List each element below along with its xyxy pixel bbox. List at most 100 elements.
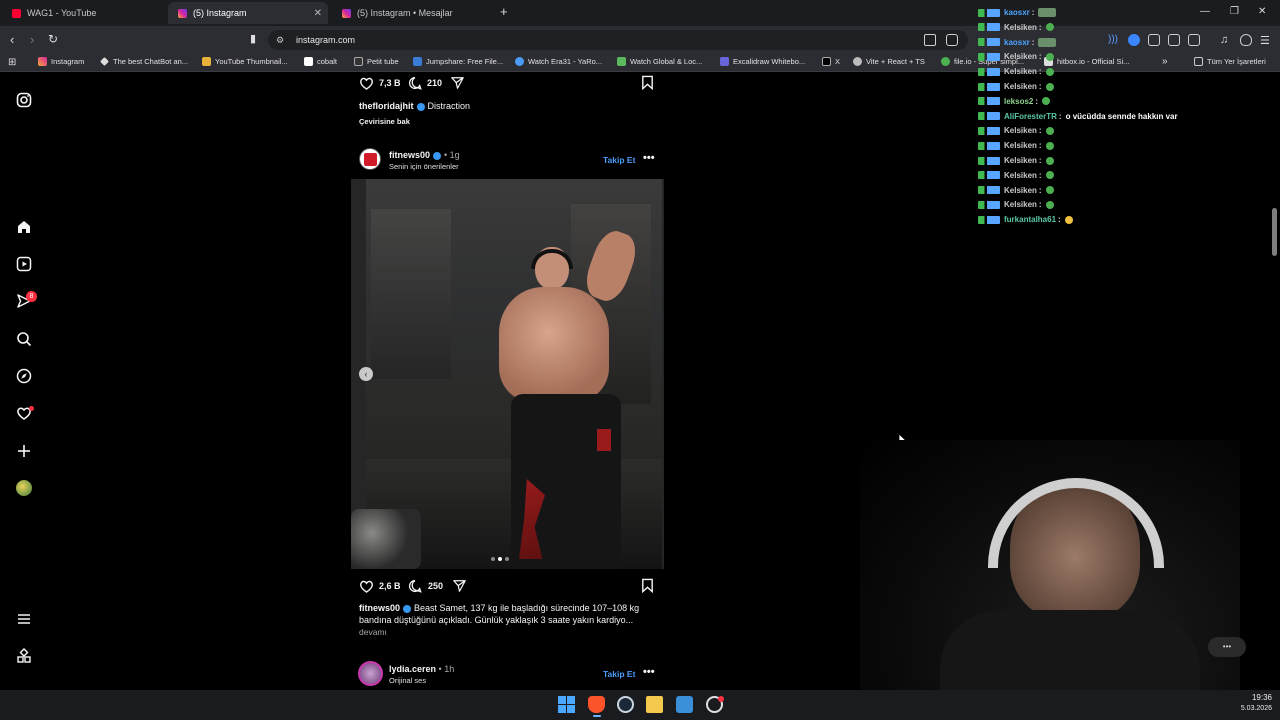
bookmark-item[interactable]: X (822, 57, 840, 66)
tab-youtube[interactable]: WAG1 - YouTube (2, 2, 166, 24)
follow-button[interactable]: Takip Et (603, 669, 635, 679)
all-bookmarks-button[interactable]: Tüm Yer İşaretleri (1194, 57, 1266, 66)
chat-username[interactable]: Kelsiken (1004, 23, 1037, 32)
more-options-icon[interactable]: ••• (643, 666, 655, 678)
post-username[interactable]: fitnews00 (389, 150, 430, 160)
chat-username[interactable]: Kelsiken (1004, 67, 1037, 76)
post-author-avatar[interactable] (359, 148, 381, 170)
search-icon[interactable] (16, 331, 32, 347)
like-heart-icon[interactable] (359, 76, 374, 90)
chat-badges-icon (978, 112, 1000, 121)
extension-icon[interactable] (1148, 34, 1160, 46)
vpn-icon[interactable] (1128, 34, 1140, 46)
comment-icon[interactable] (408, 579, 422, 593)
chat-message: kaosxr : (978, 37, 1057, 47)
bookmark-item[interactable]: Instagram (38, 57, 84, 66)
home-icon[interactable] (16, 219, 32, 235)
close-window-button[interactable]: ✕ (1258, 6, 1266, 17)
brave-browser-icon[interactable] (588, 696, 605, 713)
caption-more-link[interactable]: devamı (359, 627, 387, 637)
save-bookmark-icon[interactable] (641, 75, 654, 90)
bookmark-item[interactable]: Excalidraw Whitebo... (720, 57, 805, 66)
site-info-icon[interactable]: ⚙ (276, 35, 284, 46)
page-scrollbar[interactable] (1272, 208, 1277, 256)
ms-store-icon[interactable] (676, 696, 693, 713)
bookmark-item[interactable]: Watch Era31 - YaRo... (515, 57, 602, 66)
caption-username[interactable]: thefloridajhit (359, 101, 414, 111)
chat-username[interactable]: Kelsiken (1004, 171, 1037, 180)
menu-icon[interactable]: ☰ (1260, 34, 1272, 47)
floating-widget-button[interactable]: ••• (1208, 637, 1246, 657)
file-explorer-icon[interactable] (646, 696, 663, 713)
url-bar[interactable] (268, 30, 968, 50)
clock-time[interactable]: 19:36 (1216, 693, 1272, 702)
clock-date[interactable]: 5.03.2026 (1216, 705, 1272, 712)
bookmark-item[interactable]: YouTube Thumbnail... (202, 57, 288, 66)
share-icon[interactable] (452, 579, 467, 593)
caption-username[interactable]: fitnews00 (359, 603, 400, 613)
maximize-button[interactable]: ❐ (1230, 6, 1239, 17)
chat-username[interactable]: Kelsiken (1004, 200, 1037, 209)
bookmark-item[interactable]: Petit tube (354, 57, 399, 66)
bookmark-item[interactable]: cobalt (304, 57, 337, 66)
instagram-logo-icon[interactable] (16, 92, 32, 108)
share-icon[interactable] (450, 76, 465, 90)
brave-wallet-icon[interactable]: ))) (1108, 34, 1120, 46)
cast-icon[interactable] (924, 34, 936, 46)
follow-button[interactable]: Takip Et (603, 155, 635, 165)
bookmark-item[interactable]: The best ChatBot an... (100, 57, 188, 66)
chat-username[interactable]: Kelsiken (1004, 126, 1037, 135)
translate-link[interactable]: Çevirisine bak (359, 117, 410, 126)
profile-avatar[interactable] (16, 480, 32, 496)
share-icon[interactable] (946, 34, 958, 46)
music-icon[interactable]: ♫ (1220, 34, 1232, 46)
bookmarks-overflow-button[interactable]: » (1162, 56, 1168, 67)
chat-username[interactable]: Kelsiken (1004, 141, 1037, 150)
tab-instagram[interactable]: (5) Instagram ✕ (168, 2, 328, 24)
chat-username[interactable]: Kelsiken (1004, 186, 1037, 195)
steam-icon[interactable] (617, 696, 634, 713)
post-comments-count[interactable]: 250 (428, 581, 443, 591)
sidebar-icon[interactable] (1188, 34, 1200, 46)
new-tab-button[interactable]: + (500, 4, 508, 19)
reload-button[interactable]: ↻ (48, 33, 58, 46)
start-menu-icon[interactable] (558, 696, 575, 713)
bookmark-item[interactable]: Watch Global & Loc... (617, 57, 702, 66)
chat-username[interactable]: AliForesterTR (1004, 112, 1057, 121)
minimize-button[interactable]: — (1200, 6, 1210, 17)
chat-username[interactable]: Kelsiken (1004, 82, 1037, 91)
post-comments-count[interactable]: 210 (427, 78, 442, 88)
chat-username[interactable]: kaosxr (1004, 8, 1030, 17)
close-tab-icon[interactable]: ✕ (314, 8, 322, 19)
post-likes-count[interactable]: 2,6 B (379, 581, 401, 591)
also-from-meta-icon[interactable] (16, 648, 32, 664)
apps-grid-icon[interactable]: ⊞ (8, 57, 16, 68)
shield-icon[interactable] (1240, 34, 1252, 46)
bookmark-icon[interactable]: ▮ (250, 33, 256, 46)
save-bookmark-icon[interactable] (641, 578, 654, 593)
comment-icon[interactable] (408, 76, 422, 90)
post-username[interactable]: lydia.ceren (389, 664, 436, 674)
chat-username[interactable]: kaosxr (1004, 38, 1030, 47)
chat-username[interactable]: Kelsiken (1004, 156, 1037, 165)
reels-icon[interactable] (16, 256, 32, 272)
puzzle-icon[interactable] (1168, 34, 1180, 46)
back-button[interactable]: ‹ (10, 33, 14, 46)
more-menu-icon[interactable] (16, 611, 32, 627)
bookmark-item[interactable]: hitbox.io - Official Si... (1044, 57, 1129, 66)
post-author-avatar[interactable] (358, 661, 383, 686)
like-heart-icon[interactable] (359, 579, 374, 593)
chat-username[interactable]: Kelsiken (1004, 52, 1037, 61)
chat-username[interactable]: furkantalha61 (1004, 215, 1056, 224)
carousel-prev-button[interactable]: ‹ (359, 367, 373, 381)
chat-username[interactable]: leksos2 (1004, 97, 1033, 106)
explore-icon[interactable] (16, 368, 32, 384)
tab-instagram-messages[interactable]: (5) Instagram • Mesajlar (332, 2, 496, 24)
more-options-icon[interactable]: ••• (643, 152, 655, 164)
post-likes-count[interactable]: 7,3 B (379, 78, 401, 88)
bookmark-item[interactable]: Vite + React + TS (853, 57, 925, 66)
forward-button[interactable]: › (30, 33, 34, 46)
post-image[interactable]: ‹ (351, 179, 664, 569)
create-plus-icon[interactable] (16, 443, 32, 459)
bookmark-item[interactable]: Jumpshare: Free File... (413, 57, 503, 66)
